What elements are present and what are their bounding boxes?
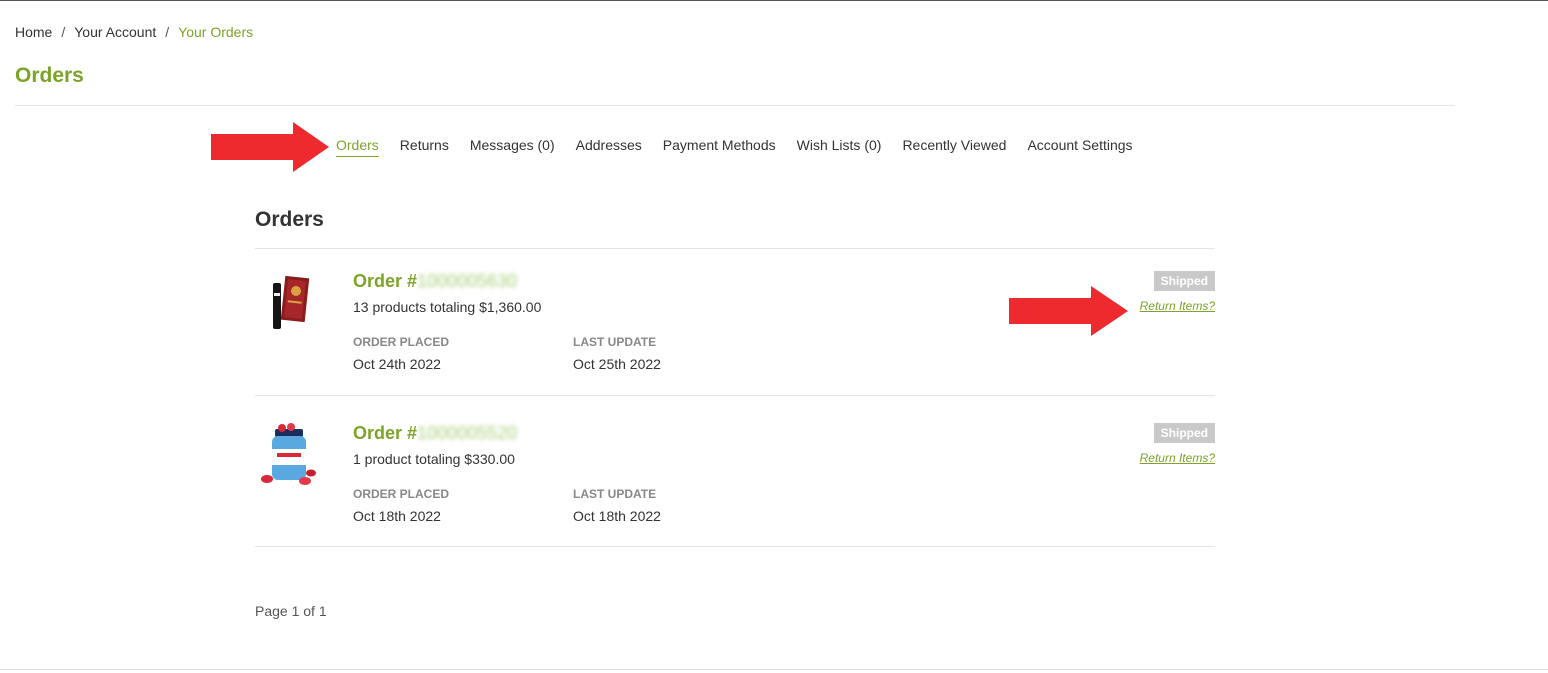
order-placed-label: ORDER PLACED [353,487,450,501]
account-nav: Orders Returns Messages (0) Addresses Pa… [336,137,1154,157]
nav-tab-orders[interactable]: Orders [336,137,379,157]
nav-tab-messages[interactable]: Messages (0) [470,137,555,157]
order-summary: 1 product totaling $330.00 [353,451,515,467]
section-title: Orders [255,208,324,231]
order-title[interactable]: Order #1000005630 [353,271,517,292]
nav-tab-recently-viewed[interactable]: Recently Viewed [902,137,1006,157]
breadcrumb-home[interactable]: Home [15,24,52,40]
vape-box-product-icon[interactable] [255,271,323,339]
annotation-arrow-icon [211,122,329,172]
nav-tab-account-settings[interactable]: Account Settings [1027,137,1132,157]
orders-divider-bottom [255,546,1215,547]
order-item: Order #1000005520 1 product totaling $33… [255,401,1215,549]
annotation-arrow-icon [1009,286,1128,336]
order-title-prefix: Order # [353,271,418,291]
return-items-link[interactable]: Return Items? [1140,299,1215,313]
breadcrumb-your-account[interactable]: Your Account [74,24,156,40]
nav-tab-addresses[interactable]: Addresses [576,137,642,157]
breadcrumb-your-orders: Your Orders [178,24,254,40]
return-items-link[interactable]: Return Items? [1140,451,1215,465]
nav-tab-payment-methods[interactable]: Payment Methods [663,137,776,157]
order-placed-date: Oct 18th 2022 [353,508,441,524]
nav-tab-wish-lists[interactable]: Wish Lists (0) [797,137,882,157]
order-title[interactable]: Order #1000005520 [353,423,517,444]
last-update-date: Oct 25th 2022 [573,356,661,372]
title-divider [15,105,1455,106]
order-summary: 13 products totaling $1,360.00 [353,299,542,315]
order-number: 1000005520 [417,423,518,443]
top-border [0,0,1548,1]
order-number: 1000005630 [417,271,518,291]
last-update-label: LAST UPDATE [573,487,657,501]
page-title: Orders [15,64,84,87]
order-divider [255,395,1215,396]
gummies-jar-product-icon[interactable] [255,423,323,491]
status-badge: Shipped [1153,271,1215,291]
status-badge: Shipped [1153,423,1215,443]
breadcrumb-separator: / [61,24,66,40]
pagination-info: Page 1 of 1 [255,603,327,619]
last-update-label: LAST UPDATE [573,335,657,349]
order-placed-label: ORDER PLACED [353,335,450,349]
order-placed-date: Oct 24th 2022 [353,356,441,372]
breadcrumb: Home / Your Account / Your Orders [15,24,253,40]
bottom-border [0,669,1548,670]
breadcrumb-separator: / [165,24,170,40]
last-update-date: Oct 18th 2022 [573,508,661,524]
nav-tab-returns[interactable]: Returns [400,137,449,157]
order-title-prefix: Order # [353,423,418,443]
